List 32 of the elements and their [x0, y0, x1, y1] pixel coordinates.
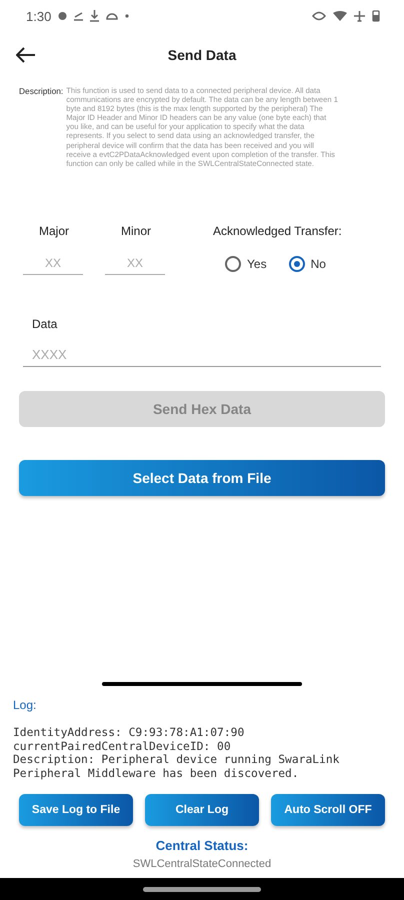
radio-button[interactable]	[225, 256, 241, 272]
log-line: IdentityAddress: C9:93:78:A1:07:90	[13, 726, 246, 740]
action-button[interactable]: Select Data from File	[19, 460, 385, 496]
description-label: Description:	[19, 86, 64, 98]
dome-icon	[106, 12, 118, 20]
major-label: Major	[38, 224, 70, 238]
radio-label: No	[310, 256, 326, 271]
central-status-label: Central Status:	[156, 838, 248, 853]
log-button[interactable]: Save Log to File	[19, 794, 133, 826]
data-label: Data	[32, 316, 58, 331]
radio-button[interactable]	[288, 256, 305, 272]
dot-icon	[125, 14, 130, 18]
radio-label: Yes	[247, 256, 267, 271]
log-button[interactable]: Clear Log	[145, 794, 259, 826]
page-title: Send Data	[166, 47, 238, 63]
wifi-icon	[333, 11, 347, 21]
central-status-value: SWLCentralStateConnected	[132, 858, 272, 870]
back-arrow-icon[interactable]	[16, 47, 36, 63]
log-line: currentPairedCentralDeviceID: 00	[13, 740, 232, 753]
status-time: 1:30	[26, 8, 52, 24]
log-label: Log:	[13, 698, 38, 712]
drag-handle[interactable]	[102, 682, 302, 686]
home-pill[interactable]	[143, 886, 261, 892]
download-icon	[90, 10, 100, 22]
log-button[interactable]: Auto Scroll OFF	[271, 794, 385, 826]
notification-dot-icon	[58, 11, 68, 21]
acknowledged-label: Acknowledged Transfer:	[213, 224, 342, 238]
log-line: Description: Peripheral device running SwaraLink Peripheral Middleware has been discovered.	[13, 753, 340, 780]
check-line-icon	[74, 11, 84, 21]
battery-icon	[372, 10, 380, 22]
minor-label: Minor	[120, 224, 152, 238]
eye-icon	[312, 11, 326, 21]
